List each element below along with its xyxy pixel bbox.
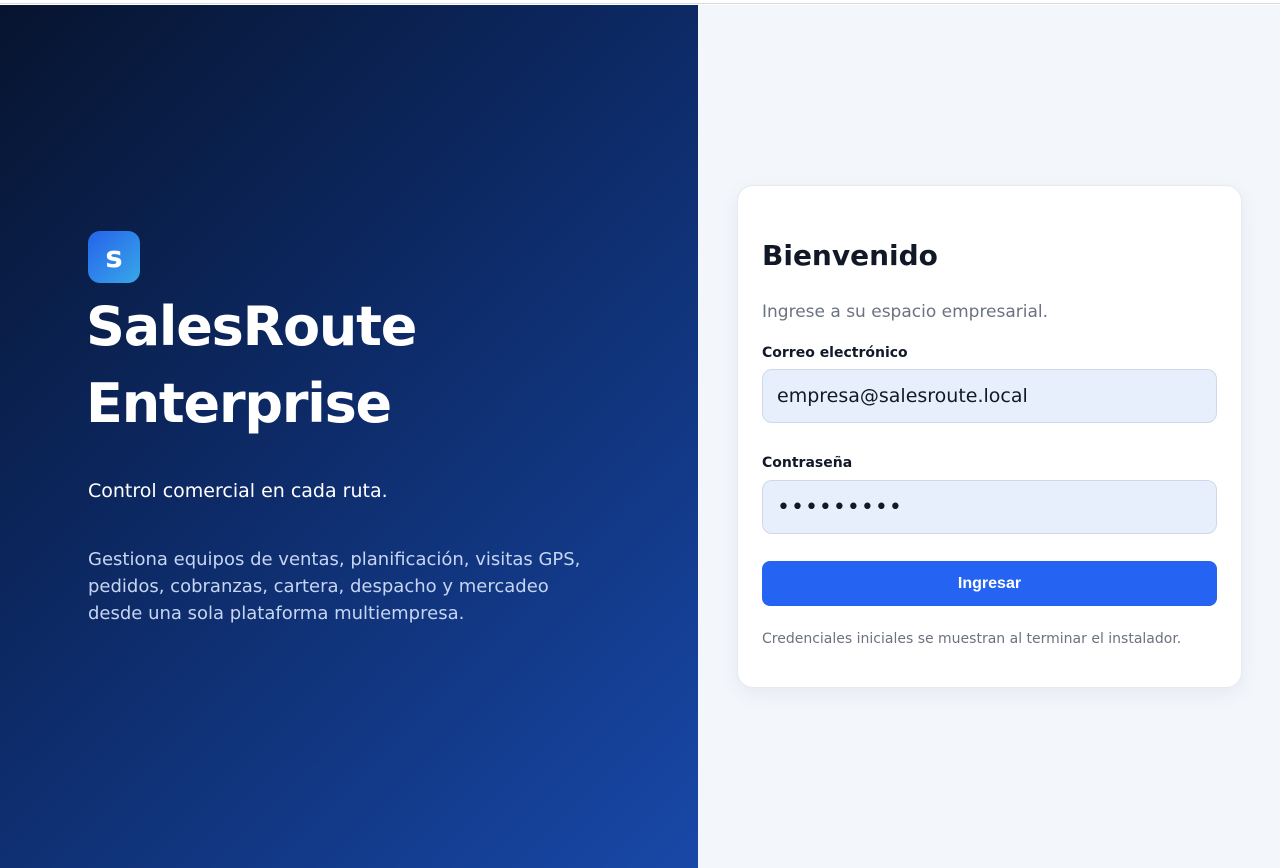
password-field[interactable] <box>762 480 1217 534</box>
salesroute-logo: s <box>88 231 140 283</box>
brand-tagline: Control comercial en cada ruta. <box>88 480 388 502</box>
top-divider <box>0 0 1280 4</box>
brand-description: Gestiona equipos de ventas, planificació… <box>88 549 581 624</box>
login-subtitle: Ingrese a su espacio empresarial. <box>762 302 1049 322</box>
brand-panel: s SalesRoute Enterprise Control comercia… <box>0 5 698 868</box>
email-field[interactable] <box>762 369 1217 423</box>
login-button[interactable]: Ingresar <box>762 561 1217 606</box>
email-label: Correo electrónico <box>762 345 908 361</box>
login-card: Bienvenido Ingrese a su espacio empresar… <box>737 185 1242 688</box>
logo-letter: s <box>105 239 123 274</box>
login-title: Bienvenido <box>762 239 938 272</box>
credentials-note: Credenciales iniciales se muestran al te… <box>762 631 1182 647</box>
brand-title: SalesRoute Enterprise <box>86 295 417 435</box>
password-label: Contraseña <box>762 455 853 471</box>
